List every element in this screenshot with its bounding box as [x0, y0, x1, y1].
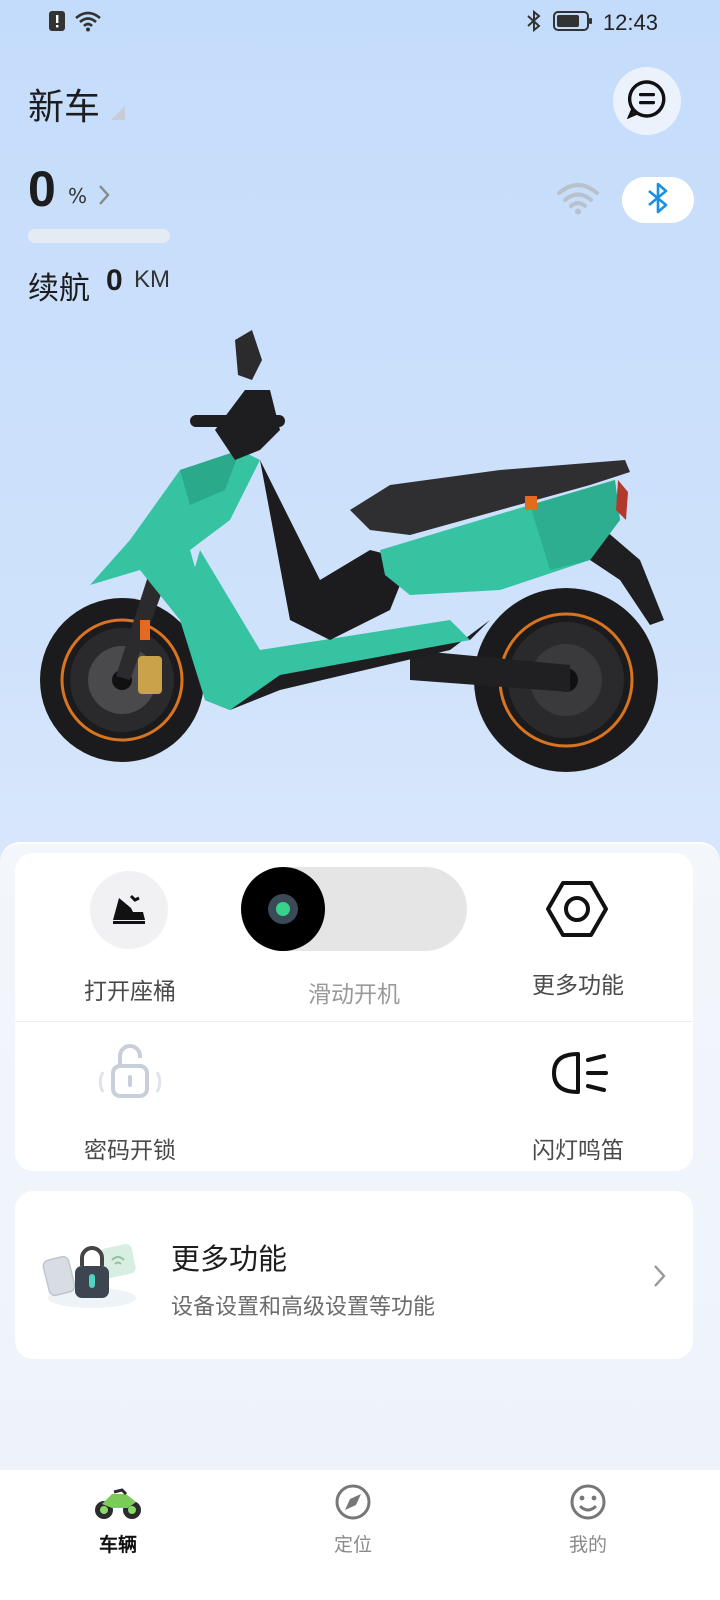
bluetooth-icon	[525, 9, 543, 37]
status-bar: 12:43	[0, 0, 720, 48]
vehicle-name[interactable]: 新车	[28, 78, 100, 130]
range-label: 续航	[28, 271, 90, 307]
range-value: 0	[106, 264, 123, 297]
message-button[interactable]	[613, 67, 681, 135]
alert-icon	[48, 10, 66, 36]
network-signal-icon	[556, 180, 600, 220]
battery-level-bar	[28, 229, 170, 243]
wifi-icon	[74, 10, 102, 36]
chevron-right-icon[interactable]	[97, 182, 111, 212]
battery-icon	[552, 10, 593, 36]
device-lock-illustration-icon	[40, 1236, 144, 1320]
motorcycle-icon	[92, 1488, 144, 1526]
more-card-title: 更多功能	[171, 1242, 288, 1276]
status-time: 12:43	[602, 10, 658, 35]
more-card-subtitle: 设备设置和高级设置等功能	[171, 1295, 436, 1320]
lock-icon[interactable]	[95, 1042, 165, 1106]
divider	[15, 1021, 693, 1022]
nav-label: 定位	[333, 1534, 372, 1556]
scooter-image	[30, 320, 680, 780]
compass-icon	[333, 1484, 373, 1526]
nav-mine[interactable]: 我的	[528, 1482, 648, 1557]
more-functions-label[interactable]: 更多功能	[498, 966, 658, 1000]
battery-percent[interactable]: 0	[28, 160, 56, 218]
open-seat-button[interactable]	[90, 871, 168, 949]
smiley-icon	[568, 1484, 608, 1526]
seat-icon	[109, 890, 149, 930]
bluetooth-connect-button[interactable]	[622, 177, 694, 223]
headlight-icon[interactable]	[548, 1048, 612, 1102]
nav-vehicle[interactable]: 车辆	[58, 1482, 178, 1557]
message-icon	[626, 79, 667, 123]
nav-label: 我的	[568, 1534, 607, 1556]
battery-unit: %	[68, 184, 88, 208]
nav-location[interactable]: 定位	[293, 1482, 413, 1557]
power-knob-icon	[268, 894, 298, 924]
nav-label: 车辆	[98, 1534, 137, 1556]
flash-horn-label[interactable]: 闪灯鸣笛	[498, 1131, 658, 1165]
vehicle-dropdown-icon[interactable]	[111, 106, 125, 120]
slide-to-start-label: 滑动开机	[308, 982, 400, 1008]
hex-nut-icon[interactable]	[545, 879, 609, 943]
slide-to-start-knob[interactable]	[241, 867, 325, 951]
range-unit: KM	[134, 266, 170, 293]
bluetooth-icon	[646, 181, 670, 219]
password-unlock-label[interactable]: 密码开锁	[50, 1131, 210, 1165]
open-seat-label: 打开座桶	[84, 979, 176, 1005]
chevron-right-icon[interactable]	[652, 1262, 668, 1294]
